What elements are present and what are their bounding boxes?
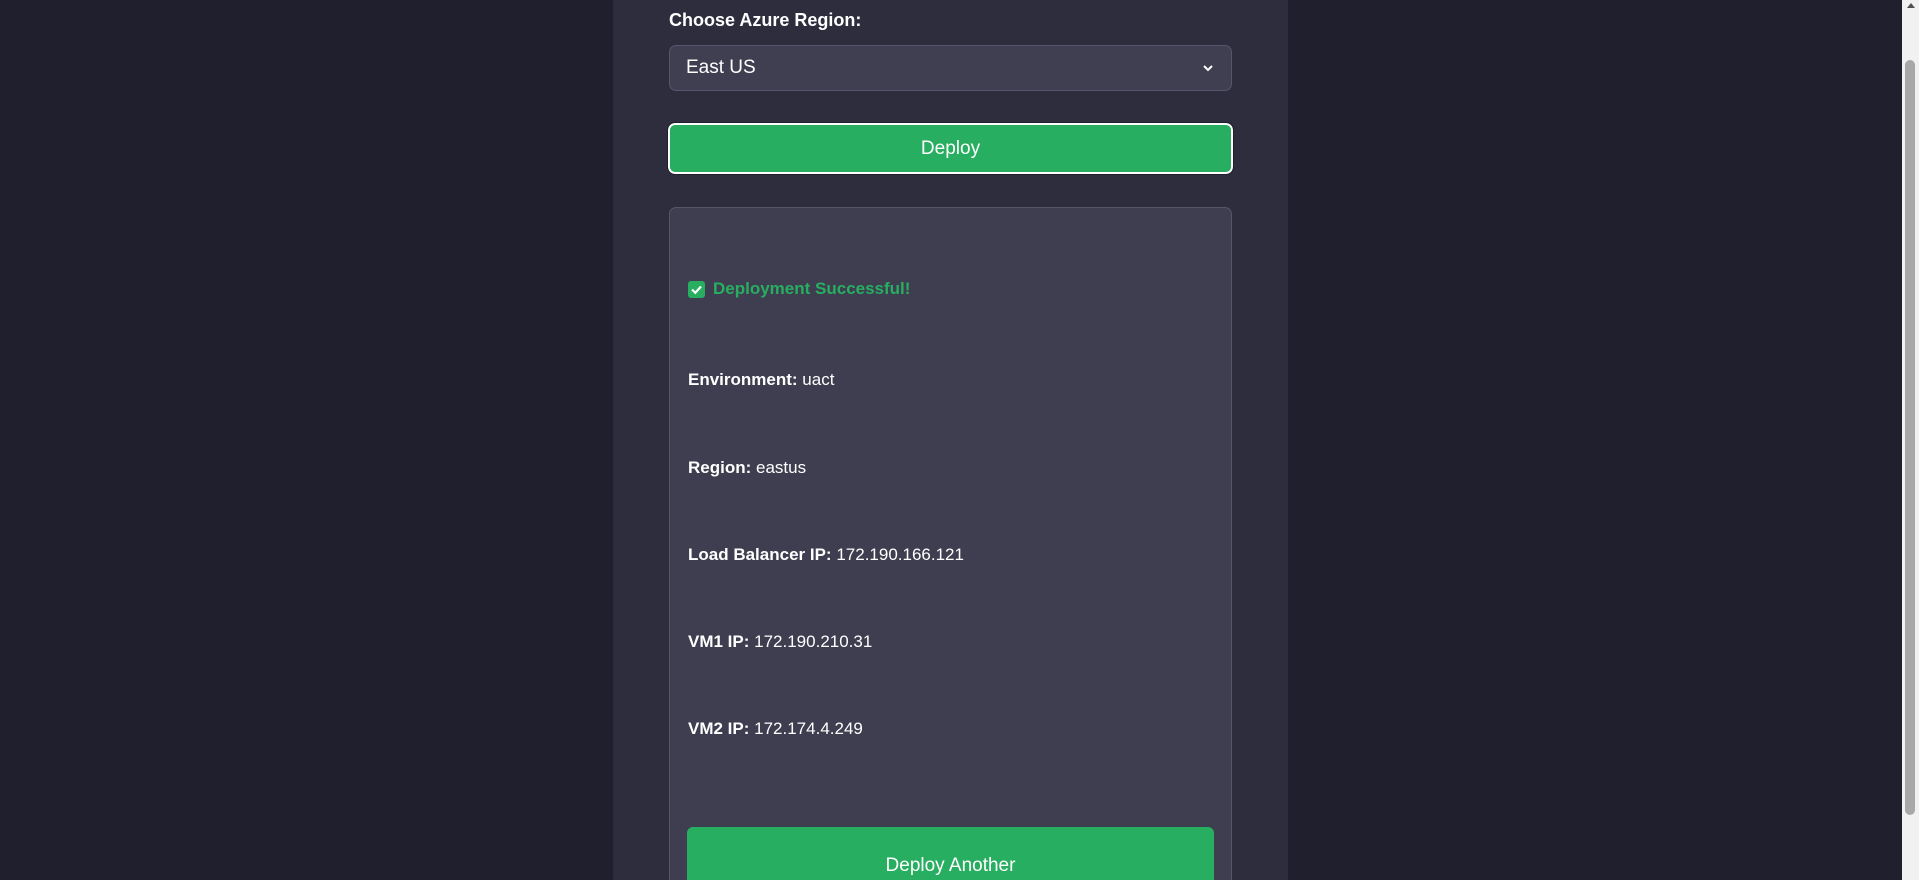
check-box-icon bbox=[688, 280, 705, 298]
vm1-ip-value: 172.190.210.31 bbox=[754, 632, 873, 651]
environment-value: uact bbox=[802, 370, 835, 389]
load-balancer-ip-value: 172.190.166.121 bbox=[836, 545, 964, 564]
region-label: Choose Azure Region: bbox=[669, 10, 862, 30]
environment-label: Environment: bbox=[688, 370, 798, 389]
vm2-ip-label: VM2 IP: bbox=[688, 719, 750, 738]
deploy-button[interactable]: Deploy bbox=[667, 122, 1234, 175]
vertical-scrollbar[interactable] bbox=[1902, 0, 1919, 880]
vm2-ip-value: 172.174.4.249 bbox=[754, 719, 863, 738]
vm1-ip-label: VM1 IP: bbox=[688, 632, 750, 651]
vm2-ip-line: VM2 IP: 172.174.4.249 bbox=[688, 719, 863, 739]
success-message: Deployment Successful! bbox=[688, 279, 910, 299]
load-balancer-ip-line: Load Balancer IP: 172.190.166.121 bbox=[688, 545, 964, 565]
deployment-result-box bbox=[669, 207, 1232, 880]
region-line: Region: eastus bbox=[688, 458, 806, 478]
load-balancer-ip-label: Load Balancer IP: bbox=[688, 545, 832, 564]
success-text: Deployment Successful! bbox=[713, 279, 911, 298]
page: Choose Azure Region: East US Deploy Depl… bbox=[0, 0, 1919, 880]
scroll-up-arrow-icon[interactable] bbox=[1902, 2, 1919, 12]
deploy-another-button[interactable]: Deploy Another bbox=[687, 827, 1214, 880]
region-select-value: East US bbox=[686, 57, 756, 78]
vm1-ip-line: VM1 IP: 172.190.210.31 bbox=[688, 632, 872, 652]
chevron-down-icon bbox=[1201, 61, 1215, 75]
region-select[interactable]: East US bbox=[669, 45, 1232, 91]
scrollbar-thumb[interactable] bbox=[1905, 60, 1915, 815]
environment-line: Environment: uact bbox=[688, 370, 834, 390]
region-detail-label: Region: bbox=[688, 458, 752, 477]
region-detail-value: eastus bbox=[756, 458, 807, 477]
